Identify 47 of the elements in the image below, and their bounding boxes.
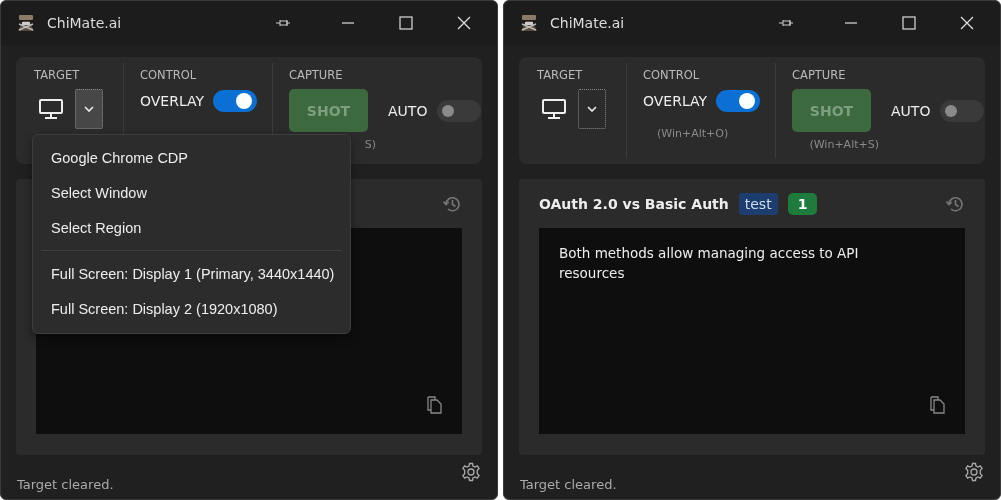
monitor-icon[interactable] bbox=[39, 99, 63, 119]
pin-icon[interactable] bbox=[778, 18, 794, 28]
shortcut-hint: S) bbox=[364, 138, 376, 151]
status-text: Target cleared. bbox=[520, 476, 617, 492]
toggle-switch[interactable] bbox=[940, 99, 985, 122]
menu-item[interactable]: Google Chrome CDP bbox=[33, 141, 350, 176]
menu-item[interactable]: Full Screen: Display 2 (1920x1080) bbox=[33, 292, 350, 327]
section-label: CAPTURE bbox=[289, 68, 344, 82]
close-icon[interactable] bbox=[457, 16, 471, 30]
section-label: TARGET bbox=[537, 68, 584, 82]
dropdown-button[interactable] bbox=[75, 89, 103, 129]
toggle-switch[interactable] bbox=[716, 90, 761, 112]
close-icon[interactable] bbox=[960, 16, 974, 30]
shortcut-hint: (Win+Alt+S) bbox=[809, 138, 879, 151]
status-text: Target cleared. bbox=[17, 476, 114, 492]
menu-item[interactable]: Select Region bbox=[33, 211, 350, 246]
toggle-label: AUTO bbox=[388, 102, 428, 119]
pin-icon[interactable] bbox=[275, 18, 291, 28]
copy-icon[interactable] bbox=[426, 396, 442, 414]
section-label: CAPTURE bbox=[792, 68, 847, 82]
toggle-switch[interactable] bbox=[437, 99, 482, 122]
window-title: ChiMate.ai bbox=[47, 15, 122, 31]
toggle-label: OVERLAY bbox=[643, 93, 708, 109]
chevron-down-icon bbox=[84, 106, 94, 112]
app-logo-icon bbox=[16, 13, 36, 33]
tag: 1 bbox=[787, 192, 818, 215]
chevron-down-icon bbox=[587, 106, 597, 112]
toggle-switch[interactable] bbox=[213, 90, 258, 112]
maximize-icon[interactable] bbox=[399, 16, 413, 30]
tag: test bbox=[738, 192, 778, 215]
result-title: OAuth 2.0 vs Basic Auth bbox=[539, 195, 729, 212]
settings-icon[interactable] bbox=[461, 462, 481, 482]
shortcut-hint: (Win+Alt+O) bbox=[656, 127, 730, 140]
menu-item[interactable]: Full Screen: Display 1 (Primary, 3440x1440) bbox=[33, 257, 350, 292]
toggle-label: AUTO bbox=[891, 102, 931, 119]
section-label: CONTROL bbox=[643, 68, 701, 82]
maximize-icon[interactable] bbox=[902, 16, 916, 30]
app-logo-icon bbox=[519, 13, 539, 33]
window-title: ChiMate.ai bbox=[550, 15, 625, 31]
copy-icon[interactable] bbox=[929, 396, 945, 414]
answer-text: Both methods allow managing access to API resources bbox=[559, 244, 860, 283]
menu-item[interactable]: Select Window bbox=[33, 176, 350, 211]
section-label: CONTROL bbox=[140, 68, 198, 82]
toggle-label: OVERLAY bbox=[140, 93, 205, 109]
settings-icon[interactable] bbox=[964, 462, 984, 482]
section-label: TARGET bbox=[34, 68, 81, 82]
monitor-icon[interactable] bbox=[542, 99, 566, 119]
